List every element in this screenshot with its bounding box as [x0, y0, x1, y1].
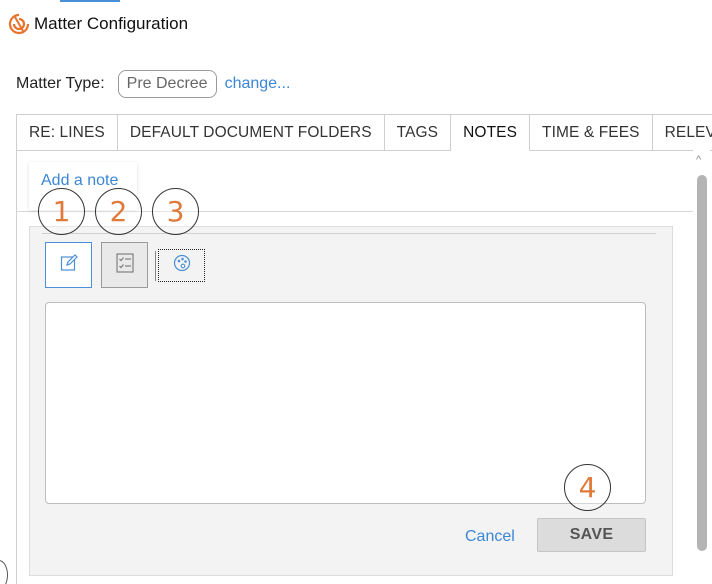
- toolbar-separator: [155, 251, 156, 281]
- change-matter-type-link[interactable]: change...: [225, 75, 291, 93]
- decorative-arc: [0, 560, 8, 584]
- annotation-badge-2: 2: [95, 188, 142, 235]
- checklist-button[interactable]: [101, 242, 148, 288]
- edit-icon: [59, 253, 79, 278]
- note-editor-card: Cancel SAVE: [29, 226, 673, 576]
- scroll-up-arrow-icon[interactable]: ^: [696, 154, 701, 166]
- checklist-icon: [115, 252, 135, 279]
- cancel-button[interactable]: Cancel: [465, 528, 515, 546]
- palette-icon: [172, 253, 192, 278]
- tab-bar: RE: LINES DEFAULT DOCUMENT FOLDERS TAGS …: [16, 114, 712, 151]
- tab-re-lines[interactable]: RE: LINES: [17, 115, 118, 151]
- annotation-badge-4: 4: [564, 464, 611, 511]
- scroll-thumb[interactable]: [697, 175, 707, 551]
- annotation-badge-1: 1: [38, 188, 85, 235]
- edit-note-button[interactable]: [45, 242, 92, 288]
- matter-type-value: Pre Decree: [117, 70, 217, 98]
- title-bar: Matter Configuration: [8, 12, 188, 36]
- tab-time-and-fees[interactable]: TIME & FEES: [530, 115, 653, 151]
- annotation-badge-3: 3: [152, 188, 199, 235]
- tab-notes[interactable]: NOTES: [451, 115, 531, 151]
- brand-logo-icon: [8, 13, 30, 35]
- note-text-area[interactable]: [45, 302, 646, 504]
- save-button[interactable]: SAVE: [537, 518, 646, 552]
- tab-tags[interactable]: TAGS: [384, 115, 452, 151]
- vertical-scrollbar[interactable]: ^: [693, 150, 710, 570]
- palette-button[interactable]: [158, 249, 205, 282]
- matter-type-row: Matter Type: Pre Decree change...: [16, 68, 290, 100]
- divider: [42, 233, 656, 234]
- top-accent-strip: [60, 0, 120, 2]
- tab-relevant[interactable]: RELEV: [652, 115, 712, 151]
- window-title: Matter Configuration: [34, 14, 189, 33]
- tab-default-document-folders[interactable]: DEFAULT DOCUMENT FOLDERS: [117, 115, 385, 151]
- matter-type-label: Matter Type:: [16, 75, 105, 92]
